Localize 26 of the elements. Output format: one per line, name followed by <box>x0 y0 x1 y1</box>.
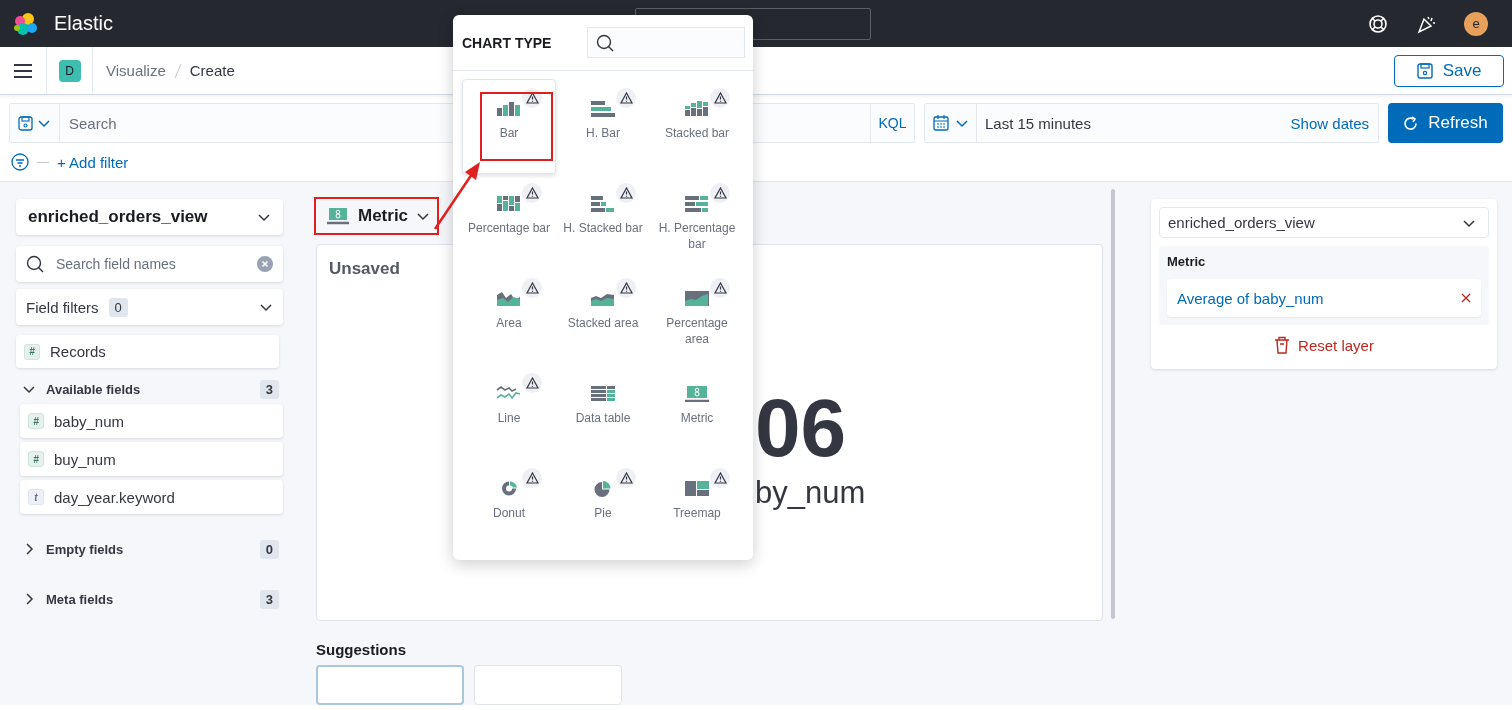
brand-name: Elastic <box>54 12 113 35</box>
field-group-label: Empty fields <box>46 541 124 557</box>
field-type-icon: t <box>28 489 44 505</box>
group-label: Metric <box>1167 254 1207 269</box>
field-name: day_year.keyword <box>54 488 175 506</box>
count-badge: 3 <box>259 589 279 609</box>
visualization-title: Unsaved <box>329 259 401 280</box>
field-name: Records <box>50 343 106 360</box>
field-name: baby_num <box>54 412 125 430</box>
count-badge: 0 <box>259 539 279 559</box>
field-type-icon: # <box>28 413 44 429</box>
field-name: buy_num <box>54 450 116 468</box>
breadcrumb: Create <box>189 62 235 79</box>
field-type-icon: # <box>24 343 40 360</box>
suggestions-title: Suggestions <box>316 641 407 658</box>
menu-title: CHART TYPE <box>462 34 552 51</box>
field-group-label: Meta fields <box>46 591 114 607</box>
time-range-text: Last 15 minutes <box>984 113 1092 134</box>
field-type-icon: # <box>28 451 44 467</box>
field-filters-label: Field filters <box>26 298 99 316</box>
count-badge: 3 <box>259 379 279 399</box>
metric-label: by_num <box>755 475 867 512</box>
metric-value: 06 <box>755 387 848 470</box>
index-pattern-name: enriched_orders_view <box>28 207 208 227</box>
count-badge: 0 <box>108 297 128 317</box>
field-group-label: Available fields <box>46 381 141 397</box>
